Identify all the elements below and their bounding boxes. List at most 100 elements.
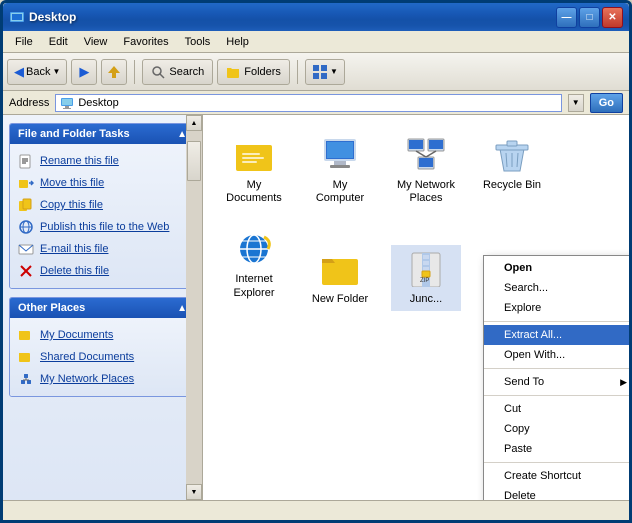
scrollbar-track[interactable] [186, 131, 202, 484]
address-input[interactable]: Desktop [55, 94, 561, 112]
file-new-folder[interactable]: New Folder [305, 245, 375, 310]
other-places-title: Other Places [18, 302, 85, 314]
left-panel: File and Folder Tasks ▲ [3, 115, 203, 500]
my-documents-label: My Documents [223, 179, 285, 205]
file-my-documents[interactable]: My Documents [219, 131, 289, 209]
ctx-explore[interactable]: Explore [484, 298, 629, 318]
separator-1 [134, 60, 135, 84]
file-internet-explorer[interactable]: Internet Explorer [219, 225, 289, 310]
ctx-copy[interactable]: Copy [484, 419, 629, 439]
publish-icon [18, 219, 34, 235]
copy-icon [18, 197, 34, 213]
window-title: Desktop [29, 10, 556, 24]
menu-edit[interactable]: Edit [41, 34, 76, 50]
ctx-delete[interactable]: Delete [484, 486, 629, 500]
left-panel-scrollbar[interactable]: ▲ ▼ [186, 115, 202, 500]
my-network-icon [406, 135, 446, 175]
ctx-open[interactable]: Open [484, 258, 629, 278]
task-move[interactable]: Move this file [14, 172, 191, 194]
close-button[interactable]: ✕ [602, 7, 623, 28]
ctx-cut[interactable]: Cut [484, 399, 629, 419]
junction-icon: ZIP [406, 249, 446, 289]
ctx-open-with[interactable]: Open With... [484, 345, 629, 365]
folders-icon [226, 65, 240, 79]
menu-favorites[interactable]: Favorites [115, 34, 176, 50]
other-places-header[interactable]: Other Places ▲ [10, 298, 195, 318]
other-shared[interactable]: Shared Documents [14, 346, 191, 368]
menu-help[interactable]: Help [218, 34, 257, 50]
maximize-button[interactable]: □ [579, 7, 600, 28]
recycle-bin-icon [492, 135, 532, 175]
file-folder-tasks-title: File and Folder Tasks [18, 128, 130, 140]
scrollbar-down-button[interactable]: ▼ [186, 484, 202, 500]
ie-label: Internet Explorer [223, 273, 285, 299]
file-folder-tasks-header[interactable]: File and Folder Tasks ▲ [10, 124, 195, 144]
separator-2 [297, 60, 298, 84]
junction-label: Junc... [410, 293, 442, 306]
task-delete-label: Delete this file [40, 265, 109, 277]
ctx-open-with-label: Open With... [504, 349, 565, 361]
ctx-create-shortcut[interactable]: Create Shortcut [484, 466, 629, 486]
menu-view[interactable]: View [76, 34, 116, 50]
main-content: File and Folder Tasks ▲ [3, 115, 629, 500]
go-button[interactable]: Go [590, 93, 623, 113]
other-shared-icon [18, 349, 34, 365]
ctx-paste-label: Paste [504, 443, 532, 455]
move-icon [18, 175, 34, 191]
file-junction[interactable]: ZIP Junc... [391, 245, 461, 310]
file-recycle-bin[interactable]: Recycle Bin [477, 131, 547, 209]
address-dropdown-button[interactable]: ▼ [568, 94, 584, 112]
address-label: Address [9, 97, 49, 109]
file-folder-tasks-content: Rename this file Move this file [10, 144, 195, 288]
menu-tools[interactable]: Tools [177, 34, 219, 50]
recycle-bin-label: Recycle Bin [483, 179, 541, 192]
task-rename[interactable]: Rename this file [14, 150, 191, 172]
other-shared-label: Shared Documents [40, 351, 134, 363]
ctx-paste[interactable]: Paste [484, 439, 629, 459]
ctx-search[interactable]: Search... [484, 278, 629, 298]
menu-bar: File Edit View Favorites Tools Help [3, 31, 629, 53]
task-copy[interactable]: Copy this file [14, 194, 191, 216]
new-folder-label: New Folder [312, 293, 368, 306]
forward-button[interactable]: ▶ [71, 59, 97, 85]
file-my-computer[interactable]: My Computer [305, 131, 375, 209]
other-network[interactable]: My Network Places [14, 368, 191, 390]
other-mydocs-label: My Documents [40, 329, 113, 341]
file-my-network[interactable]: My Network Places [391, 131, 461, 209]
views-icon [312, 64, 328, 80]
panel-scroll[interactable]: File and Folder Tasks ▲ [3, 115, 202, 500]
back-button[interactable]: ◀ Back ▼ [7, 59, 67, 85]
scrollbar-thumb[interactable] [187, 141, 201, 181]
window-icon [9, 9, 25, 25]
scrollbar-up-button[interactable]: ▲ [186, 115, 202, 131]
context-menu: Open Search... Explore Extract All... Op… [483, 255, 629, 500]
ctx-extract-all[interactable]: Extract All... [484, 325, 629, 345]
ctx-send-to[interactable]: Send To ▶ [484, 372, 629, 392]
ctx-send-to-label: Send To [504, 376, 544, 388]
rename-icon [18, 153, 34, 169]
window-controls: — □ ✕ [556, 7, 623, 28]
ctx-extract-all-label: Extract All... [504, 329, 562, 341]
file-area: My Documents My Computer [203, 115, 629, 500]
task-delete[interactable]: Delete this file [14, 260, 191, 282]
folders-button[interactable]: Folders [217, 59, 290, 85]
task-email[interactable]: E-mail this file [14, 238, 191, 260]
other-network-icon [18, 371, 34, 387]
minimize-button[interactable]: — [556, 7, 577, 28]
other-my-documents[interactable]: My Documents [14, 324, 191, 346]
search-button[interactable]: Search [142, 59, 213, 85]
desktop-icon [60, 96, 74, 110]
back-dropdown-icon: ▼ [52, 67, 60, 76]
ctx-sep-2 [484, 368, 629, 369]
new-folder-icon [320, 249, 360, 289]
svg-text:ZIP: ZIP [420, 278, 429, 284]
my-computer-icon [320, 135, 360, 175]
task-publish[interactable]: Publish this file to the Web [14, 216, 191, 238]
views-button[interactable]: ▼ [305, 59, 345, 85]
menu-file[interactable]: File [7, 34, 41, 50]
up-button[interactable] [101, 59, 127, 85]
file-folder-tasks-section: File and Folder Tasks ▲ [9, 123, 196, 289]
ctx-create-shortcut-label: Create Shortcut [504, 470, 581, 482]
toolbar: ◀ Back ▼ ▶ Search Folders [3, 53, 629, 91]
title-bar: Desktop — □ ✕ [3, 3, 629, 31]
